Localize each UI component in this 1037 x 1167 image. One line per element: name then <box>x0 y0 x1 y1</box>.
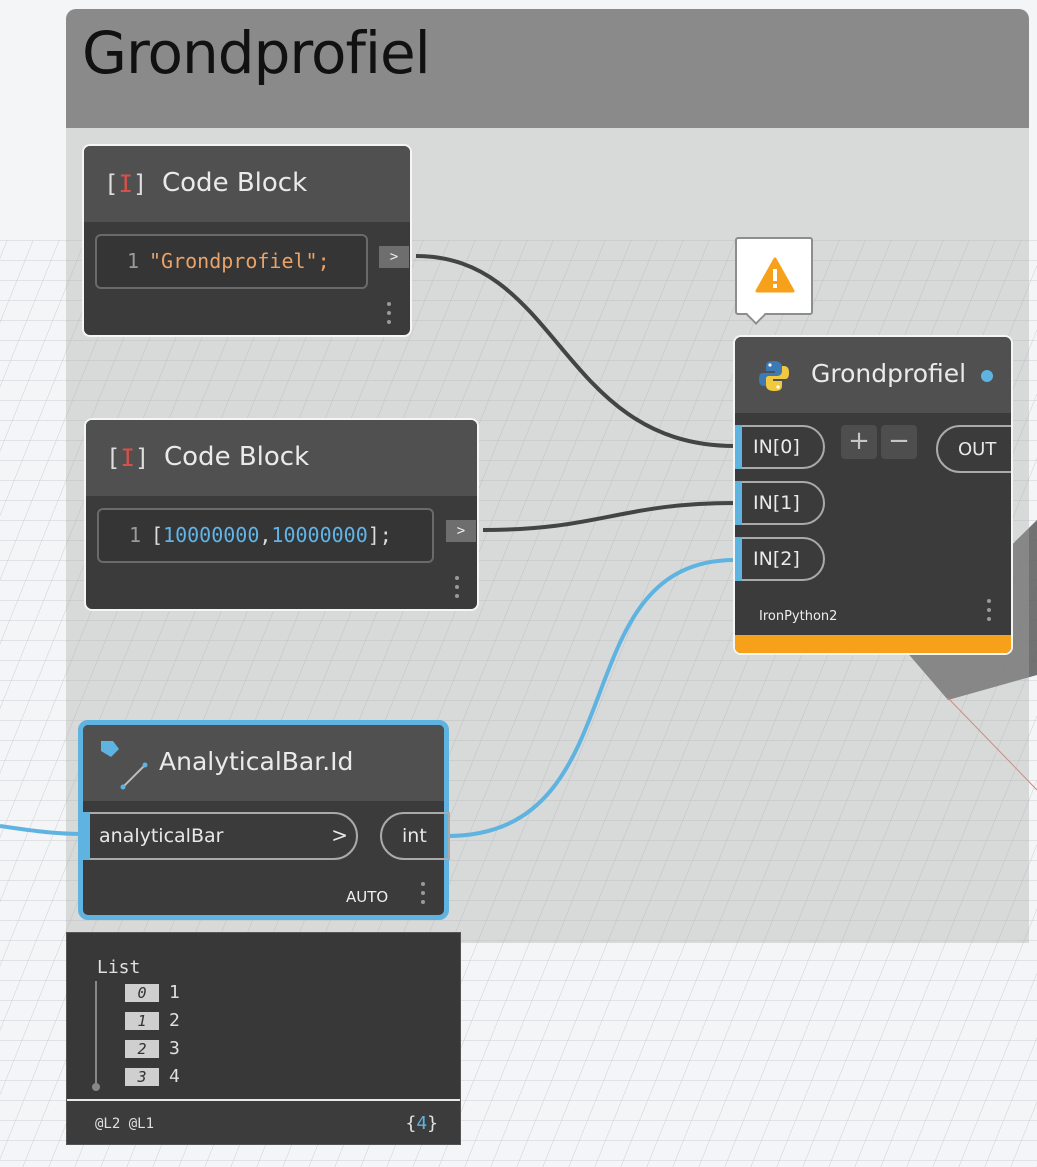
line-number: 1 <box>127 249 140 273</box>
node-menu-icon[interactable] <box>420 882 426 908</box>
code-comma: , <box>259 523 272 547</box>
analytical-bar-icon <box>101 741 148 790</box>
node-menu-icon[interactable] <box>454 576 460 602</box>
output-port[interactable]: > <box>446 520 476 542</box>
code-number: 10000000 <box>271 523 368 547</box>
node-title: Code Block <box>162 168 308 198</box>
list-item[interactable]: 01 <box>125 983 180 1005</box>
input-port-in1[interactable]: IN[1] <box>735 481 825 525</box>
list-item[interactable]: 12 <box>125 1011 180 1033</box>
list-header: List <box>97 957 141 978</box>
output-port-int[interactable]: int <box>380 812 450 860</box>
output-port[interactable]: > <box>379 246 409 268</box>
code-block-node-1[interactable]: [I] Code Block 1 "Grondprofiel"; > <box>82 144 412 337</box>
code-close: ]; <box>367 523 392 547</box>
output-port-out[interactable]: OUT <box>936 425 1011 473</box>
code-editor[interactable]: 1 "Grondprofiel"; <box>95 234 368 289</box>
code-editor[interactable]: 1 [10000000,10000000]; <box>97 508 434 563</box>
node-header[interactable]: [I] Code Block <box>86 420 477 496</box>
code-text[interactable]: [10000000,10000000]; <box>151 523 392 547</box>
input-port-in2[interactable]: IN[2] <box>735 537 825 581</box>
engine-label[interactable]: IronPython2 <box>759 609 837 624</box>
output-label: int <box>402 825 427 847</box>
code-number: 10000000 <box>163 523 260 547</box>
node-title: Code Block <box>164 442 310 472</box>
remove-input-button[interactable]: − <box>881 425 917 459</box>
list-index: 1 <box>125 1012 159 1030</box>
code-open-bracket: [ <box>151 523 164 547</box>
analytical-bar-id-node[interactable]: AnalyticalBar.Id analyticalBar > int AUT… <box>78 720 450 920</box>
input-port-analyticalbar[interactable]: analyticalBar > <box>83 812 358 860</box>
list-value: 4 <box>169 1066 180 1087</box>
add-input-button[interactable]: + <box>841 425 877 459</box>
node-header[interactable]: [I] Code Block <box>84 146 410 222</box>
node-header[interactable]: Grondprofiel <box>735 337 1011 413</box>
node-menu-icon[interactable] <box>386 302 392 328</box>
warning-icon <box>755 257 795 293</box>
tree-line <box>95 981 97 1085</box>
node-preview-bubble[interactable]: List 01 12 23 34 @L2 @L1 {4} <box>66 932 461 1145</box>
input-label: analyticalBar <box>99 825 224 847</box>
node-title: Grondprofiel <box>811 359 967 388</box>
line-number: 1 <box>129 523 142 547</box>
list-value: 1 <box>169 982 180 1003</box>
wire-analytical-in2 <box>446 558 736 838</box>
list-value: 2 <box>169 1010 180 1031</box>
tree-line-end <box>92 1083 100 1091</box>
input-port-in0[interactable]: IN[0] <box>735 425 825 469</box>
wire-codeblock2-in1 <box>482 501 736 532</box>
code-block-icon: [I] <box>106 444 150 472</box>
node-title: AnalyticalBar.Id <box>159 747 354 776</box>
input-arrow-icon: > <box>331 823 348 847</box>
list-index: 3 <box>125 1068 159 1086</box>
node-header[interactable]: AnalyticalBar.Id <box>83 725 444 801</box>
list-levels[interactable]: @L2 @L1 <box>95 1116 154 1132</box>
lacing-label[interactable]: AUTO <box>346 888 388 906</box>
warning-status-bar <box>735 635 1011 653</box>
status-dot <box>981 370 993 382</box>
output-label: OUT <box>958 439 997 460</box>
wire-left-input <box>0 824 85 836</box>
code-block-icon: [I] <box>104 170 148 198</box>
preview-footer: @L2 @L1 {4} <box>67 1101 460 1144</box>
list-item[interactable]: 34 <box>125 1067 180 1089</box>
list-value: 3 <box>169 1038 180 1059</box>
list-index: 2 <box>125 1040 159 1058</box>
list-item[interactable]: 23 <box>125 1039 180 1061</box>
list-count: {4} <box>405 1113 438 1134</box>
code-block-node-2[interactable]: [I] Code Block 1 [10000000,10000000]; > <box>84 418 479 611</box>
warning-bubble[interactable] <box>735 237 813 325</box>
node-menu-icon[interactable] <box>986 599 992 625</box>
list-index: 0 <box>125 984 159 1002</box>
python-script-node[interactable]: Grondprofiel IN[0] IN[1] IN[2] + − OUT I… <box>733 335 1013 655</box>
code-text[interactable]: "Grondprofiel"; <box>149 249 330 273</box>
python-icon <box>759 361 789 391</box>
